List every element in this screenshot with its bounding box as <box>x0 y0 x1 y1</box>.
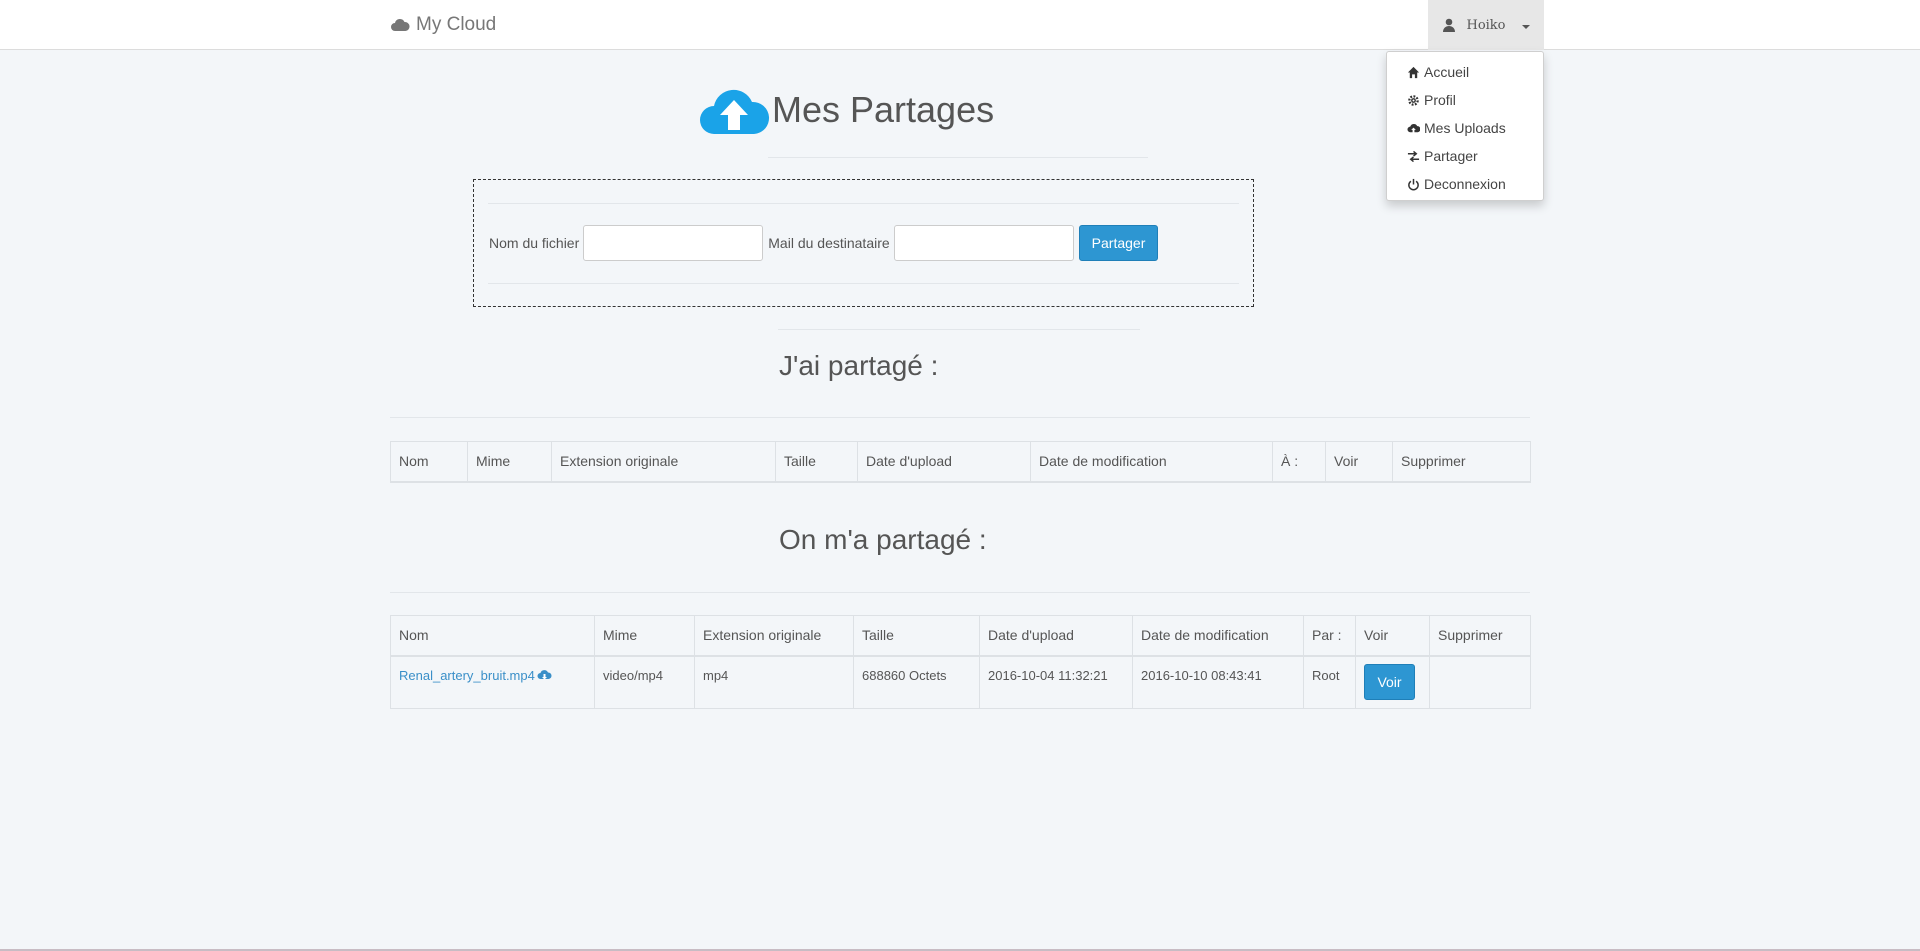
column-header[interactable]: Voir <box>1325 441 1393 482</box>
file-name: Renal_artery_bruit.mp4 <box>399 667 535 683</box>
file-name-input[interactable] <box>583 225 764 261</box>
column-header[interactable]: Supprimer <box>1429 615 1531 656</box>
shared-by-me-title: J'ai partagé : <box>779 350 939 381</box>
transfer-icon <box>1407 150 1420 162</box>
column-header[interactable]: Voir <box>1355 615 1430 656</box>
column-header[interactable]: Nom <box>390 441 468 482</box>
menu-item-label: Partager <box>1424 148 1478 164</box>
user-dropdown-menu: Accueil Profil Mes Uploads Partager Deco… <box>1386 51 1544 201</box>
divider <box>390 417 1530 418</box>
brand-link[interactable]: My Cloud <box>390 12 496 38</box>
column-header[interactable]: Nom <box>390 615 595 656</box>
share-button[interactable]: Partager <box>1078 225 1159 261</box>
shared-with-me-title: On m'a partagé : <box>779 524 987 555</box>
divider <box>488 203 1239 204</box>
column-header[interactable]: Mime <box>467 441 552 482</box>
shared-with-me-table: Nom Mime Extension originale Taille Date… <box>390 615 1531 709</box>
column-header[interactable]: Supprimer <box>1392 441 1531 482</box>
menu-item-label: Mes Uploads <box>1424 120 1506 136</box>
column-header[interactable]: Par : <box>1303 615 1356 656</box>
menu-item-label: Profil <box>1424 92 1456 108</box>
menu-item-mes-uploads[interactable]: Mes Uploads <box>1387 114 1543 142</box>
column-header[interactable]: Taille <box>853 615 980 656</box>
cell-date-modification: 2016-10-10 08:43:41 <box>1132 655 1304 709</box>
menu-item-partager[interactable]: Partager <box>1387 142 1543 170</box>
column-header[interactable]: Date de modification <box>1132 615 1304 656</box>
divider <box>390 592 1530 593</box>
column-header[interactable]: Date de modification <box>1030 441 1273 482</box>
cloud-upload-icon <box>700 89 770 134</box>
brand-label: My Cloud <box>416 14 497 35</box>
recipient-mail-input[interactable] <box>893 225 1074 261</box>
menu-item-profil[interactable]: Profil <box>1387 86 1543 114</box>
divider <box>778 329 1140 330</box>
gear-icon <box>1408 94 1419 106</box>
cell-par: Root <box>1303 655 1356 709</box>
user-menu-toggle[interactable]: Hoiko <box>1428 0 1544 50</box>
table-row: Renal_artery_bruit.mp4 video/mp4 mp4 688… <box>390 655 1531 709</box>
page-title: Mes Partages <box>772 89 995 130</box>
cell-supprimer <box>1429 655 1531 709</box>
cloud-download-icon <box>537 669 552 679</box>
view-button[interactable]: Voir <box>1364 663 1415 700</box>
column-header[interactable]: Extension originale <box>694 615 854 656</box>
page-header: Mes Partages <box>698 80 994 140</box>
cell-taille: 688860 Octets <box>853 655 980 709</box>
cell-extension: mp4 <box>694 655 854 709</box>
file-download-link[interactable]: Renal_artery_bruit.mp4 <box>399 668 552 683</box>
divider <box>488 283 1239 284</box>
column-header[interactable]: À : <box>1272 441 1326 482</box>
home-icon <box>1407 66 1420 78</box>
cell-voir: Voir <box>1355 655 1430 709</box>
divider <box>768 157 1148 158</box>
power-icon <box>1408 178 1419 190</box>
column-header[interactable]: Date d'upload <box>979 615 1133 656</box>
column-header[interactable]: Taille <box>775 441 858 482</box>
column-header[interactable]: Mime <box>594 615 695 656</box>
cell-nom: Renal_artery_bruit.mp4 <box>390 655 595 709</box>
shared-by-me-table: Nom Mime Extension originale Taille Date… <box>390 441 1531 483</box>
cloud-upload-icon <box>1407 123 1420 133</box>
cloud-icon <box>391 18 410 31</box>
column-header[interactable]: Date d'upload <box>857 441 1031 482</box>
table-header-row: Nom Mime Extension originale Taille Date… <box>390 441 1531 482</box>
recipient-mail-label: Mail du destinataire <box>768 235 890 251</box>
caret-down-icon <box>1521 24 1530 29</box>
share-form: Nom du fichier Mail du destinataire Part… <box>473 179 1254 307</box>
cell-mime: video/mp4 <box>594 655 695 709</box>
user-name: Hoiko <box>1466 17 1506 33</box>
menu-item-label: Deconnexion <box>1424 176 1506 192</box>
table-header-row: Nom Mime Extension originale Taille Date… <box>390 615 1531 656</box>
file-name-label: Nom du fichier <box>489 235 580 251</box>
menu-item-label: Accueil <box>1424 64 1470 80</box>
navbar: My Cloud Hoiko <box>0 0 1920 50</box>
cell-date-upload: 2016-10-04 11:32:21 <box>979 655 1133 709</box>
column-header[interactable]: Extension originale <box>551 441 776 482</box>
share-form-row: Nom du fichier Mail du destinataire Part… <box>489 225 1159 261</box>
menu-item-deconnexion[interactable]: Deconnexion <box>1387 170 1543 198</box>
user-icon <box>1443 18 1456 32</box>
menu-item-accueil[interactable]: Accueil <box>1387 58 1543 86</box>
